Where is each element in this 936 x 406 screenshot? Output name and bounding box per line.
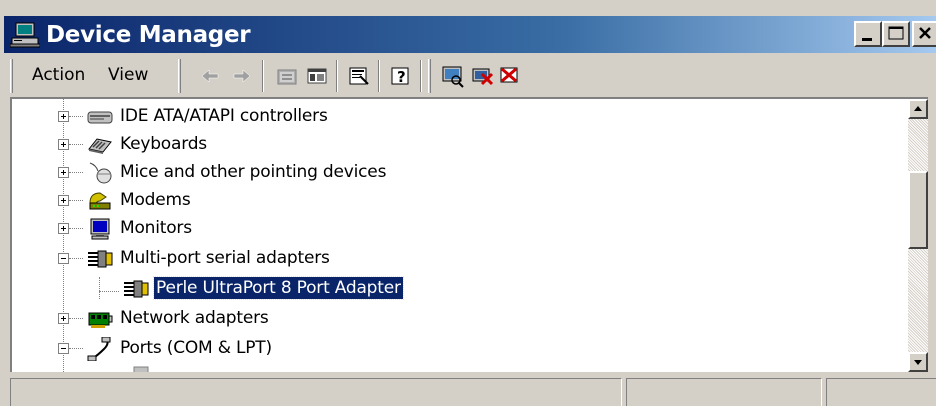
scroll-up-button[interactable] bbox=[908, 99, 928, 119]
device-manager-window: Device Manager Action View ? IDE ATA/ATA… bbox=[0, 0, 936, 406]
back-arrow-icon[interactable] bbox=[198, 64, 224, 88]
tree-item-modems[interactable]: Modems bbox=[12, 187, 912, 217]
tree-item-label: Mice and other pointing devices bbox=[120, 162, 387, 182]
uninstall-icon[interactable] bbox=[470, 64, 496, 88]
menu-action-label: Action bbox=[32, 65, 86, 85]
maximize-icon bbox=[888, 26, 904, 40]
collapse-icon[interactable] bbox=[58, 343, 69, 354]
tree-line bbox=[69, 116, 83, 118]
toolbar-grip[interactable] bbox=[10, 59, 13, 93]
scrollbar-thumb[interactable] bbox=[908, 171, 928, 249]
menu-view-label: View bbox=[108, 65, 149, 85]
serial-adapter-icon bbox=[122, 277, 150, 301]
tree-item-keyboards[interactable]: Keyboards bbox=[12, 131, 912, 161]
tree-item-label: Multi-port serial adapters bbox=[120, 248, 330, 268]
toolbar-grip-3[interactable] bbox=[428, 59, 431, 93]
tree-item-multiport[interactable]: Multi-port serial adapters bbox=[12, 245, 912, 275]
tree-item-network[interactable]: Network adapters bbox=[12, 305, 912, 335]
close-icon bbox=[919, 27, 931, 39]
expand-icon[interactable] bbox=[58, 111, 69, 122]
tree-line bbox=[69, 200, 83, 202]
tree-line bbox=[69, 258, 83, 260]
tree-item-label: Perle UltraPort 8 Port Adapter bbox=[153, 276, 404, 300]
status-panel-3 bbox=[826, 378, 936, 406]
menu-toolbar: Action View ? bbox=[10, 56, 936, 96]
arrow-up-icon bbox=[914, 106, 922, 111]
disable-icon[interactable] bbox=[498, 64, 524, 88]
network-adapter-icon bbox=[86, 307, 114, 331]
tree-item-perle-ultraport[interactable]: Perle UltraPort 8 Port Adapter bbox=[12, 275, 912, 305]
forward-arrow-icon[interactable] bbox=[228, 64, 254, 88]
tree-line bbox=[69, 348, 83, 350]
arrow-down-icon bbox=[914, 360, 922, 365]
status-bar bbox=[10, 376, 936, 406]
tree-item-ports[interactable]: Ports (COM & LPT) bbox=[12, 335, 912, 365]
tree-item-label: IDE ATA/ATAPI controllers bbox=[120, 106, 328, 126]
tree-item-monitors[interactable]: Monitors bbox=[12, 215, 912, 245]
svg-text:?: ? bbox=[397, 68, 406, 86]
expand-icon[interactable] bbox=[58, 223, 69, 234]
show-hide-tree-icon[interactable] bbox=[304, 64, 330, 88]
tree-item-label: Monitors bbox=[120, 218, 192, 238]
serial-adapter-icon bbox=[86, 247, 114, 271]
tree-item-label: Ports (COM & LPT) bbox=[120, 338, 272, 358]
modem-icon bbox=[86, 189, 114, 213]
toolbar-separator bbox=[336, 60, 338, 92]
ide-controller-icon bbox=[86, 105, 114, 129]
toolbar-separator bbox=[262, 60, 264, 92]
minimize-button[interactable] bbox=[854, 21, 882, 47]
close-button[interactable] bbox=[912, 21, 936, 47]
port-icon bbox=[128, 363, 156, 372]
up-folder-icon[interactable] bbox=[274, 64, 300, 88]
tree-line bbox=[69, 172, 83, 174]
tree-line bbox=[69, 144, 83, 146]
toolbar-grip-2[interactable] bbox=[178, 59, 181, 93]
toolbar-separator bbox=[378, 60, 380, 92]
minimize-icon bbox=[862, 38, 872, 41]
menu-action[interactable]: Action bbox=[32, 62, 85, 88]
help-icon[interactable]: ? bbox=[388, 64, 414, 88]
monitor-icon bbox=[86, 217, 114, 241]
mouse-icon bbox=[86, 161, 114, 185]
title-bar[interactable]: Device Manager bbox=[4, 16, 936, 53]
collapse-icon[interactable] bbox=[58, 253, 69, 264]
tree-item-label: Network adapters bbox=[120, 308, 269, 328]
properties-icon[interactable] bbox=[346, 64, 372, 88]
status-panel-2 bbox=[626, 378, 822, 406]
status-panel-main bbox=[10, 378, 622, 406]
toolbar-separator bbox=[420, 60, 422, 92]
vertical-scrollbar[interactable] bbox=[908, 99, 928, 372]
device-tree[interactable]: IDE ATA/ATAPI controllers Keyboards Mice… bbox=[10, 97, 928, 372]
menu-view[interactable]: View bbox=[108, 62, 148, 88]
expand-icon[interactable] bbox=[58, 139, 69, 150]
tree-item-label: Keyboards bbox=[120, 134, 207, 154]
tree-item-ide[interactable]: IDE ATA/ATAPI controllers bbox=[12, 103, 912, 133]
scroll-down-button[interactable] bbox=[908, 352, 928, 372]
scan-hardware-icon[interactable] bbox=[440, 64, 466, 88]
tree-item-label: Modems bbox=[120, 190, 191, 210]
port-icon bbox=[86, 336, 114, 362]
maximize-button[interactable] bbox=[882, 21, 910, 47]
expand-icon[interactable] bbox=[58, 313, 69, 324]
expand-icon[interactable] bbox=[58, 167, 69, 178]
computer-icon bbox=[9, 22, 41, 48]
expand-icon[interactable] bbox=[58, 195, 69, 206]
tree-item-mice[interactable]: Mice and other pointing devices bbox=[12, 159, 912, 189]
window-title: Device Manager bbox=[46, 22, 251, 48]
tree-line bbox=[69, 228, 83, 230]
keyboard-icon bbox=[86, 133, 114, 157]
tree-line bbox=[69, 318, 83, 320]
